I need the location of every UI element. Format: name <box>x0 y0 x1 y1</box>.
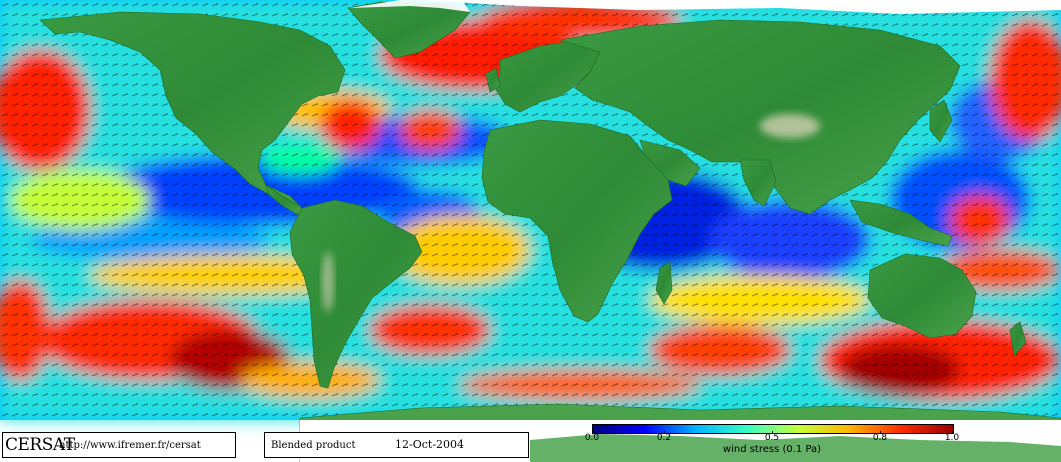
product-box: Blended product 12-Oct-2004 <box>264 432 529 458</box>
product-label: Blended product <box>271 440 356 451</box>
colorbar-tick-label: 0.2 <box>656 433 672 443</box>
colorbar-tick-label: 0.8 <box>872 433 888 443</box>
colorbar-tick-label: 0.5 <box>764 433 780 443</box>
credit-url: http://www.ifremer.fr/cersat <box>59 440 201 451</box>
credit-box: CERSAT http://www.ifremer.fr/cersat <box>2 432 236 458</box>
andes-highlands <box>322 252 334 312</box>
colorbar-tick-label: 1.0 <box>944 433 960 443</box>
product-date: 12-Oct-2004 <box>395 438 465 451</box>
world-wind-stress-map <box>0 0 1061 462</box>
tibet-plateau <box>760 114 820 138</box>
colorbar-tick-label: 0.0 <box>584 433 600 443</box>
colorbar-title: wind stress (0.1 Pa) <box>722 444 822 455</box>
